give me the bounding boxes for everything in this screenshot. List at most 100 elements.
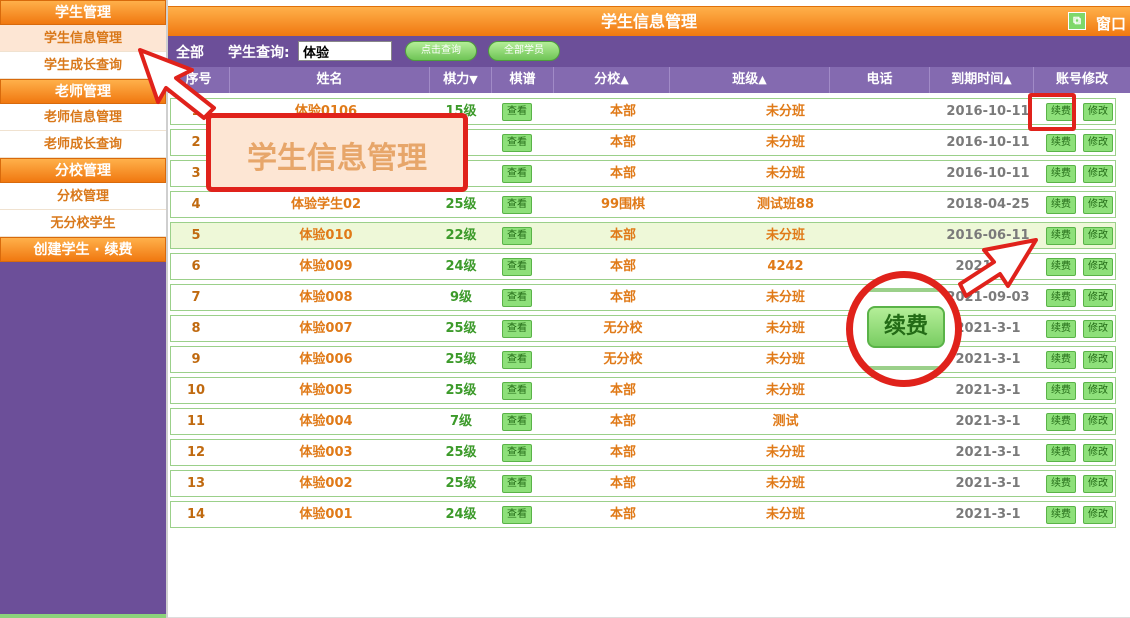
row-name: 体验008 [299,290,353,305]
row-seq: 8 [191,321,201,336]
table-row: 4 体验学生02 25级 99围棋 测试班88 2018-04-25 查看 续费 修改 [170,191,1116,218]
col-branch[interactable]: 分校▲ [554,67,670,93]
view-record-button[interactable]: 查看 [502,102,532,121]
row-class: 未分班 [765,445,805,460]
sidebar-section-heading[interactable]: 学生管理 [0,0,166,25]
renew-button[interactable]: 续费 [1046,381,1076,400]
sidebar-item[interactable]: 老师成长查询 [0,131,166,158]
sidebar-item[interactable]: 学生成长查询 [0,52,166,79]
renew-button[interactable]: 续费 [1046,195,1076,214]
view-record-button[interactable]: 查看 [502,474,532,493]
view-record-button[interactable]: 查看 [502,257,532,276]
window-button[interactable]: 窗口 [1096,13,1126,34]
modify-button-cell: 修改 [1081,192,1115,217]
col-record: 棋谱 [492,67,554,93]
renew-button[interactable]: 续费 [1046,164,1076,183]
renew-button[interactable]: 续费 [1046,226,1076,245]
view-record-button[interactable]: 查看 [502,195,532,214]
row-name: 体验004 [299,414,353,429]
row-class: 未分班 [765,476,805,491]
renew-button[interactable]: 续费 [1046,505,1076,524]
view-record-button[interactable]: 查看 [502,226,532,245]
modify-button[interactable]: 修改 [1083,412,1113,431]
sidebar-section-heading[interactable]: 创建学生 · 续费 [0,237,166,262]
col-class[interactable]: 班级▲ [670,67,830,93]
view-record-button[interactable]: 查看 [502,443,532,462]
zoom-row-border [853,288,955,292]
sidebar-item[interactable]: 老师信息管理 [0,104,166,131]
modify-button[interactable]: 修改 [1083,133,1113,152]
modify-button[interactable]: 修改 [1083,381,1113,400]
table-row: 6 体验009 24级 本部 4242 2021-3-1 查看 续费 修改 [170,253,1116,280]
table-row: 5 体验010 22级 本部 未分班 2016-06-11 查看 续费 修改 [170,222,1116,249]
sidebar-item[interactable]: 无分校学生 [0,210,166,237]
row-seq: 6 [191,259,201,274]
modify-button[interactable]: 修改 [1083,195,1113,214]
col-level-label: 棋力 [443,72,470,87]
sidebar-section-heading[interactable]: 分校管理 [0,158,166,183]
modify-button[interactable]: 修改 [1083,319,1113,338]
renew-button[interactable]: 续费 [1046,133,1076,152]
modify-button-cell: 修改 [1081,130,1115,155]
renew-button[interactable]: 续费 [1046,350,1076,369]
view-record-button[interactable]: 查看 [502,381,532,400]
row-branch: 本部 [609,476,636,491]
search-input[interactable] [298,41,392,61]
row-branch: 本部 [609,383,636,398]
renew-highlight-box [1028,93,1076,131]
row-class: 未分班 [765,104,805,119]
renew-button[interactable]: 续费 [1046,474,1076,493]
renew-button[interactable]: 续费 [1046,412,1076,431]
view-record-button[interactable]: 查看 [502,412,532,431]
all-filter-link[interactable]: 全部 [176,42,204,62]
modify-button[interactable]: 修改 [1083,443,1113,462]
row-expire: 2021-3-1 [955,445,1021,460]
row-branch: 99围棋 [600,197,646,212]
renew-button-cell: 续费 [1043,223,1079,248]
table-row: 9 体验006 25级 无分校 未分班 2021-3-1 查看 续费 修改 [170,346,1116,373]
query-button[interactable]: 点击查询 [405,41,477,61]
renew-button[interactable]: 续费 [1046,288,1076,307]
modify-button[interactable]: 修改 [1083,102,1113,121]
modify-button-cell: 修改 [1081,99,1115,124]
modify-button[interactable]: 修改 [1083,288,1113,307]
view-record-button[interactable]: 查看 [502,288,532,307]
sidebar: 学生管理 学生信息管理 学生成长查询 老师管理 老师信息管理 老师成长查询 分校管理 分校管理… [0,0,168,618]
col-expire[interactable]: 到期时间▲ [930,67,1034,93]
modify-button[interactable]: 修改 [1083,226,1113,245]
renew-button[interactable]: 续费 [1046,319,1076,338]
renew-button-cell: 续费 [1043,192,1079,217]
renew-button-cell: 续费 [1043,502,1079,527]
col-level[interactable]: 棋力▼ [430,67,492,93]
view-record-button[interactable]: 查看 [502,350,532,369]
renew-button[interactable]: 续费 [1046,257,1076,276]
row-class: 4242 [767,259,804,274]
row-level: 25级 [445,197,477,212]
window-icon[interactable]: ⧉ [1068,12,1086,30]
view-record-button-cell: 查看 [491,161,543,186]
view-record-button[interactable]: 查看 [502,133,532,152]
view-record-button[interactable]: 查看 [502,319,532,338]
modify-button-cell: 修改 [1081,223,1115,248]
row-expire: 2021-3-1 [955,476,1021,491]
modify-button[interactable]: 修改 [1083,257,1113,276]
modify-button[interactable]: 修改 [1083,164,1113,183]
row-class: 未分班 [765,135,805,150]
table-row: 7 体验008 9级 本部 未分班 2021-09-03 查看 续费 修改 [170,284,1116,311]
sidebar-section-heading[interactable]: 老师管理 [0,79,166,104]
row-seq: 14 [186,507,206,522]
modify-button[interactable]: 修改 [1083,474,1113,493]
sidebar-item[interactable]: 学生信息管理 [0,25,166,52]
row-class: 测试 [772,414,799,429]
sort-up-icon: ▲ [1003,73,1012,86]
modify-button[interactable]: 修改 [1083,505,1113,524]
row-branch: 本部 [609,228,636,243]
modify-button[interactable]: 修改 [1083,350,1113,369]
all-students-button[interactable]: 全部学员 [488,41,560,61]
title-bar: 学生信息管理 ⧉ 窗口 [168,6,1130,36]
view-record-button[interactable]: 查看 [502,164,532,183]
sidebar-item[interactable]: 分校管理 [0,183,166,210]
renew-button[interactable]: 续费 [1046,443,1076,462]
view-record-button[interactable]: 查看 [502,505,532,524]
row-class: 未分班 [765,166,805,181]
